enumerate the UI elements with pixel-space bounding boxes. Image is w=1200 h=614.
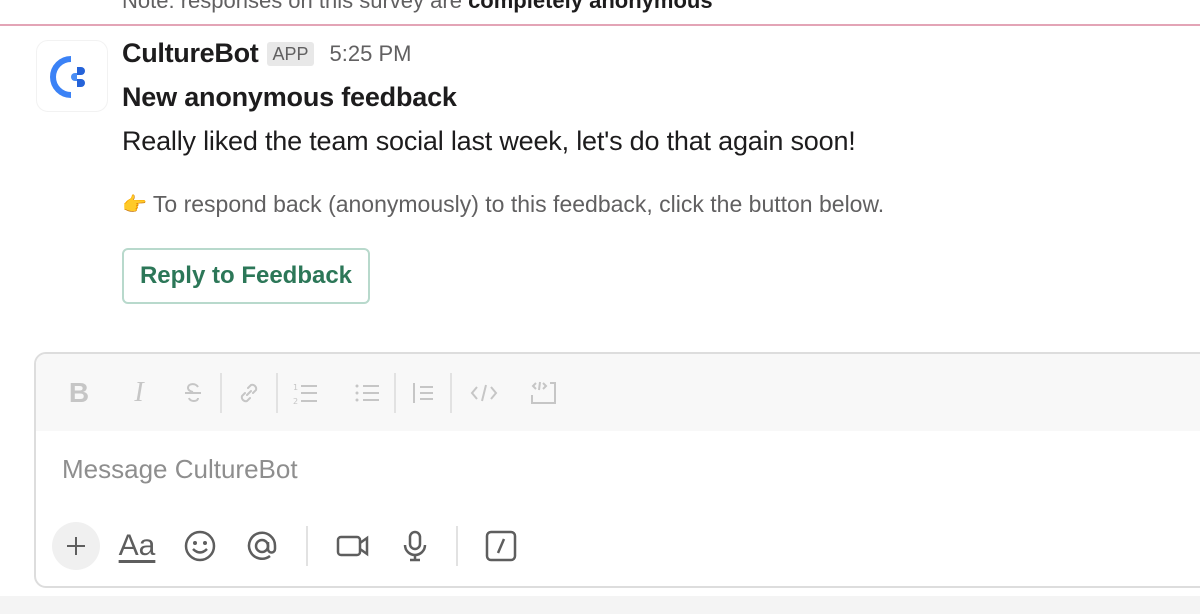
message-input[interactable]: Message CultureBot: [62, 454, 298, 485]
ordered-list-icon[interactable]: 12: [290, 373, 320, 413]
bold-icon[interactable]: B: [64, 373, 94, 413]
hint-text: To respond back (anonymously) to this fe…: [152, 191, 885, 217]
italic-icon[interactable]: I: [124, 373, 154, 413]
toolbar-divider: [394, 372, 396, 413]
link-icon[interactable]: [234, 373, 264, 413]
formatting-toolbar: B I 12: [36, 354, 1200, 431]
app-badge: APP: [267, 41, 314, 66]
microphone-icon[interactable]: [400, 522, 430, 570]
message-header: CultureBot APP 5:25 PM: [122, 38, 411, 69]
note-bold-text: completely anonymous: [468, 0, 713, 13]
avatar[interactable]: [36, 40, 108, 112]
code-icon[interactable]: [464, 373, 504, 413]
emoji-icon[interactable]: [182, 522, 218, 570]
message-composer: B I 12 Message CultureBot Aa: [34, 352, 1200, 588]
reply-to-feedback-button[interactable]: Reply to Feedback: [122, 248, 370, 304]
video-icon[interactable]: [336, 522, 370, 570]
message-hint: 👉 To respond back (anonymously) to this …: [122, 191, 884, 218]
formatting-toggle-icon[interactable]: Aa: [116, 522, 158, 570]
slash-command-icon[interactable]: [484, 522, 518, 570]
composer-actions: Aa: [52, 522, 518, 570]
previous-message-note: Note: responses on this survey are compl…: [122, 0, 713, 14]
message-title: New anonymous feedback: [122, 82, 457, 112]
culturebot-logo-icon: [50, 56, 85, 98]
action-divider: [306, 526, 308, 566]
plus-icon: [67, 537, 85, 555]
sender-name[interactable]: CultureBot: [122, 38, 259, 69]
bulleted-list-icon[interactable]: [352, 373, 382, 413]
add-attachment-button[interactable]: [52, 522, 100, 570]
message-body: Really liked the team social last week, …: [122, 126, 856, 156]
toolbar-divider: [276, 372, 278, 413]
svg-text:1: 1: [293, 383, 298, 392]
action-divider: [456, 526, 458, 566]
new-messages-divider: [0, 24, 1200, 26]
strikethrough-icon[interactable]: [178, 373, 208, 413]
svg-text:2: 2: [293, 397, 298, 406]
message-timestamp[interactable]: 5:25 PM: [330, 41, 412, 67]
code-block-icon[interactable]: [524, 373, 564, 413]
toolbar-divider: [450, 372, 452, 413]
toolbar-divider: [220, 372, 222, 413]
footer-strip: [0, 596, 1200, 614]
blockquote-icon[interactable]: [408, 373, 438, 413]
mention-icon[interactable]: [244, 522, 280, 570]
pointing-hand-icon: 👉: [122, 194, 147, 216]
note-text: Note: responses on this survey are: [122, 0, 469, 13]
